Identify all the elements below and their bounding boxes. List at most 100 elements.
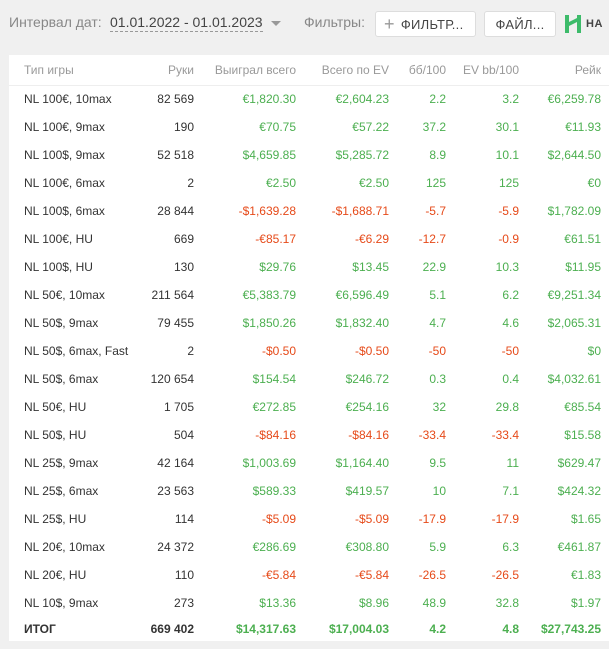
rake-cell: $4,032.61 xyxy=(547,372,601,386)
table-row[interactable]: NL 10$, 9max 273 $13.36 $8.96 48.9 32.8 $1.97 xyxy=(9,589,609,617)
table-row[interactable]: NL 25$, 6max 23 563 $589.33 $419.57 10 7.1 $42… xyxy=(9,477,609,505)
won-total-cell: $29.76 xyxy=(259,260,296,274)
rake-cell: €461.87 xyxy=(557,540,601,554)
column-header-ev-total[interactable]: Всего по EV xyxy=(304,55,397,86)
table-row[interactable]: NL 25$, HU 114 -$5.09 -$5.09 -17.9 -17.9 $1.65 xyxy=(9,505,609,533)
rake-cell: $1.97 xyxy=(570,596,601,610)
table-row[interactable]: NL 50€, HU 1 705 €272.85 €254.16 32 29.8 €85.5… xyxy=(9,393,609,421)
table-row[interactable]: NL 50€, 10max 211 564 €5,383.79 €6,596.49 5.… xyxy=(9,281,609,309)
bb100-cell: 22.9 xyxy=(422,260,446,274)
won-total-cell: -€85.17 xyxy=(255,232,296,246)
hands-cell: 2 xyxy=(187,176,194,190)
ev-bb100-cell: -0.9 xyxy=(498,232,519,246)
hands-cell: 120 654 xyxy=(150,372,194,386)
table-row[interactable]: NL 50$, 6max, Fast 2 -$0.50 -$0.50 -50 -50 $0 xyxy=(9,337,609,365)
game-type-cell: NL 20€, HU xyxy=(24,568,87,582)
bb100-cell: 5.9 xyxy=(429,540,446,554)
game-type-cell: NL 50$, 6max, Fast xyxy=(24,344,129,358)
rake-cell: $424.32 xyxy=(557,484,601,498)
won-total-cell: $1,003.69 xyxy=(242,456,296,470)
column-header-game-type[interactable]: Тип игры xyxy=(9,55,142,86)
won-total-cell: -€5.84 xyxy=(261,568,296,582)
hands-cell: 79 455 xyxy=(157,316,194,330)
ev-total-cell: €57.22 xyxy=(352,120,389,134)
column-header-hands[interactable]: Руки xyxy=(142,55,202,86)
ev-bb100-cell: 7.1 xyxy=(502,484,519,498)
table-row[interactable]: NL 100$, 6max 28 844 -$1,639.28 -$1,688.71 -… xyxy=(9,197,609,225)
total-hands-cell: 669 402 xyxy=(150,622,194,636)
table-row[interactable]: NL 50$, 6max 120 654 $154.54 $246.72 0.3 0.4 $… xyxy=(9,365,609,393)
table-row[interactable]: NL 100€, 9max 190 €70.75 €57.22 37.2 30.1 €11.… xyxy=(9,113,609,141)
bb100-cell: 37.2 xyxy=(422,120,446,134)
hands-cell: 24 372 xyxy=(157,540,194,554)
rake-cell: €1.83 xyxy=(570,568,601,582)
game-type-cell: NL 50$, 9max xyxy=(24,316,99,330)
table-header-row: Тип игры Руки Выиграл всего Всего по EV … xyxy=(9,55,609,86)
ev-total-cell: -€5.84 xyxy=(354,568,389,582)
ev-bb100-cell: 11 xyxy=(506,456,519,470)
hands-cell: 273 xyxy=(173,596,194,610)
won-total-cell: €70.75 xyxy=(259,120,296,134)
table-row[interactable]: NL 100€, 6max 2 €2.50 €2.50 125 125 €0 xyxy=(9,169,609,197)
total-bb100-cell: 4.2 xyxy=(429,622,446,636)
add-filter-button[interactable]: + ФИЛЬТР... xyxy=(375,11,476,37)
table-row[interactable]: NL 100€, 10max 82 569 €1,820.30 €2,604.23 2.… xyxy=(9,85,609,113)
won-total-cell: $13.36 xyxy=(259,596,296,610)
hands-cell: 23 563 xyxy=(157,484,194,498)
game-type-cell: NL 100$, 9max xyxy=(24,148,105,162)
column-header-bb100[interactable]: бб/100 xyxy=(397,55,454,86)
rake-cell: $629.47 xyxy=(557,456,601,470)
won-total-cell: -$5.09 xyxy=(261,512,296,526)
column-header-won-total[interactable]: Выиграл всего xyxy=(202,55,304,86)
table-row[interactable]: NL 50$, HU 504 -$84.16 -$84.16 -33.4 -33.4 $15… xyxy=(9,421,609,449)
game-type-cell: NL 100$, 6max xyxy=(24,204,105,218)
chevron-down-icon[interactable] xyxy=(271,21,281,26)
ev-bb100-cell: 6.2 xyxy=(502,288,519,302)
bb100-cell: 125 xyxy=(425,176,446,190)
column-header-rake[interactable]: Рейк xyxy=(527,55,609,86)
ev-total-cell: $1,832.40 xyxy=(335,316,389,330)
date-range-picker[interactable]: 01.01.2022 - 01.01.2023 xyxy=(110,14,263,32)
table-row[interactable]: NL 100€, HU 669 -€85.17 -€6.29 -12.7 -0.9 €61.… xyxy=(9,225,609,253)
table-row[interactable]: NL 100$, HU 130 $29.76 $13.45 22.9 10.3 $11.95 xyxy=(9,253,609,281)
bb100-cell: 10 xyxy=(432,484,446,498)
bb100-cell: 8.9 xyxy=(429,148,446,162)
ev-bb100-cell: -33.4 xyxy=(491,428,519,442)
ev-total-cell: €6,596.49 xyxy=(335,288,389,302)
table-row[interactable]: NL 50$, 9max 79 455 $1,850.26 $1,832.40 4.7 4… xyxy=(9,309,609,337)
results-table: Тип игры Руки Выиграл всего Всего по EV … xyxy=(9,55,609,641)
table-row[interactable]: NL 20€, HU 110 -€5.84 -€5.84 -26.5 -26.5 €1.83 xyxy=(9,561,609,589)
game-type-cell: NL 25$, 9max xyxy=(24,456,99,470)
ev-bb100-cell: 29.8 xyxy=(495,400,519,414)
logo[interactable]: НА xyxy=(563,13,603,35)
won-total-cell: -$84.16 xyxy=(255,428,296,442)
bb100-cell: 2.2 xyxy=(429,92,446,107)
rake-cell: €85.54 xyxy=(564,400,601,414)
hands-cell: 42 164 xyxy=(157,456,194,470)
table-row[interactable]: NL 20€, 10max 24 372 €286.69 €308.80 5.9 6.3 €… xyxy=(9,533,609,561)
column-header-ev-bb100[interactable]: EV bb/100 xyxy=(454,55,527,86)
hands-cell: 190 xyxy=(173,120,194,134)
table-row[interactable]: NL 25$, 9max 42 164 $1,003.69 $1,164.40 9.5 1… xyxy=(9,449,609,477)
ev-total-cell: -$1,688.71 xyxy=(331,204,389,218)
won-total-cell: €2.50 xyxy=(265,176,296,190)
ev-total-cell: -$0.50 xyxy=(354,344,389,358)
game-type-cell: NL 50$, 6max xyxy=(24,372,99,386)
bb100-cell: 4.7 xyxy=(429,316,446,330)
file-button[interactable]: ФАЙЛ... xyxy=(484,11,556,37)
game-type-cell: NL 20€, 10max xyxy=(24,540,105,554)
ev-total-cell: $5,285.72 xyxy=(335,148,389,162)
ev-bb100-cell: 10.3 xyxy=(495,260,519,274)
results-table-card: Тип игры Руки Выиграл всего Всего по EV … xyxy=(9,55,609,641)
table-row[interactable]: NL 100$, 9max 52 518 $4,659.85 $5,285.72 8.9… xyxy=(9,141,609,169)
game-type-cell: NL 10$, 9max xyxy=(24,596,99,610)
bb100-cell: 0.3 xyxy=(429,372,446,386)
table-body: NL 100€, 10max 82 569 €1,820.30 €2,604.23 2.… xyxy=(9,85,609,641)
game-type-cell: NL 100€, HU xyxy=(24,232,93,246)
ev-bb100-cell: 6.3 xyxy=(502,540,519,554)
ev-total-cell: $246.72 xyxy=(345,372,389,386)
rake-cell: $11.95 xyxy=(565,260,601,274)
ev-total-cell: €2.50 xyxy=(358,176,389,190)
ev-total-cell: $1,164.40 xyxy=(335,456,389,470)
bb100-cell: 9.5 xyxy=(429,456,446,470)
